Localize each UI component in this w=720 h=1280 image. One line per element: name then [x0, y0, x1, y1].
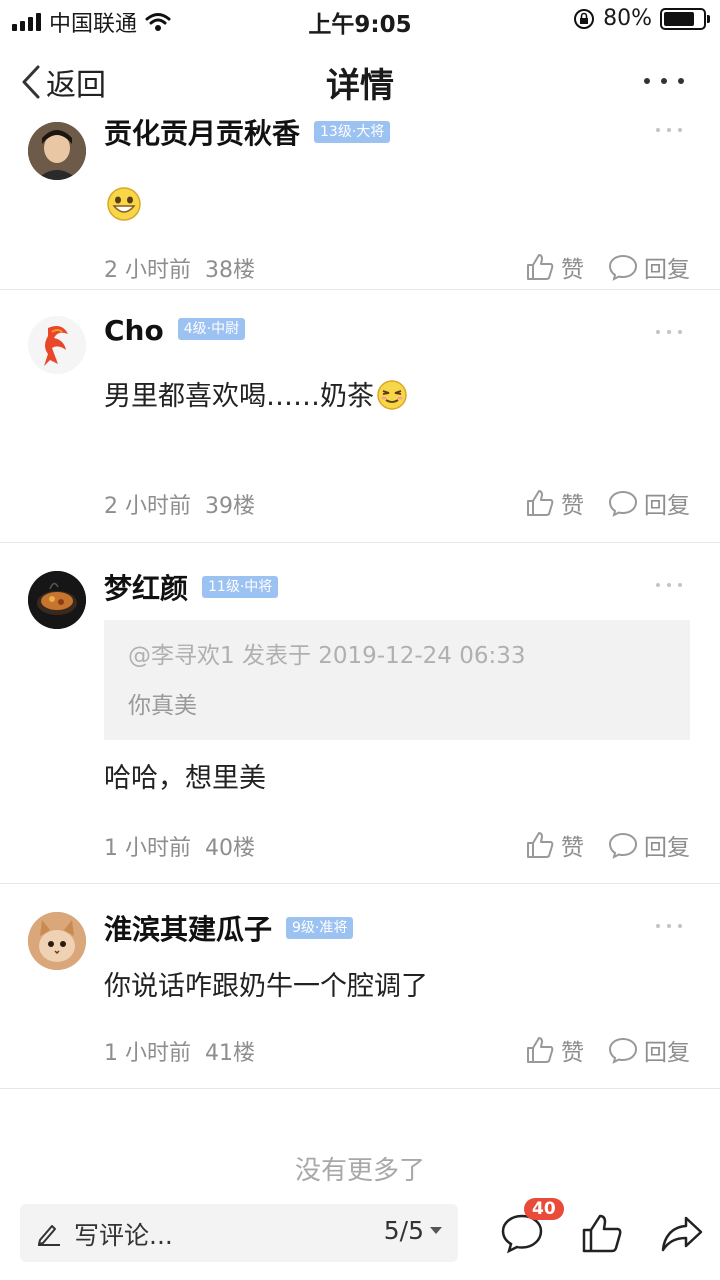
avatar[interactable] [28, 912, 86, 970]
username-text: 贡化贡月贡秋香 [104, 118, 301, 150]
quote-header: @李寻欢1 发表于 2019-12-24 06:33 [128, 643, 526, 669]
username[interactable]: 贡化贡月贡秋香 13级·大将 [104, 118, 391, 152]
battery-icon [660, 7, 710, 30]
comment-meta: 2 小时前 38楼 [104, 252, 255, 284]
like-label: 赞 [561, 257, 584, 283]
comment-content: 男里都喜欢喝……奶茶 [104, 374, 424, 420]
comment-more-button[interactable] [656, 583, 682, 589]
username-text: 梦红颜 [104, 572, 189, 605]
like-button[interactable]: 赞 [525, 486, 584, 520]
level-badge: 9级·准将 [286, 917, 354, 939]
reply-label: 回复 [644, 257, 690, 283]
comment-actions: 赞 回复 [525, 828, 690, 862]
no-more-text: 没有更多了 [294, 1156, 425, 1186]
comment-meta: 2 小时前 39楼 [104, 488, 255, 520]
like-button[interactable]: 赞 [525, 828, 584, 862]
comment-meta: 1 小时前 41楼 [104, 1035, 255, 1067]
comment-text: 哈哈，想里美 [104, 763, 266, 794]
like-button[interactable]: 赞 [525, 1033, 584, 1067]
smirk-emoji-icon [377, 380, 407, 410]
comment-item: 贡化贡月贡秋香 13级·大将 2 小时前 38楼 赞 回复 [0, 118, 720, 290]
thumbs-up-icon [527, 1037, 554, 1063]
like-button[interactable]: 赞 [525, 250, 584, 284]
comment-actions: 赞 回复 [525, 250, 690, 284]
username[interactable]: Cho 4级·中尉 [104, 314, 246, 347]
username-text: Cho [104, 314, 164, 347]
like-label: 赞 [561, 1040, 584, 1066]
comment-time: 2 小时前 [104, 494, 191, 519]
comment-list: 贡化贡月贡秋香 13级·大将 2 小时前 38楼 赞 回复 Cho 4级·中尉 … [0, 118, 720, 1208]
thumbs-up-icon[interactable] [580, 1212, 624, 1254]
battery-percent: 80% [603, 6, 652, 31]
avatar[interactable] [28, 316, 86, 374]
comment-actions: 赞 回复 [525, 486, 690, 520]
speech-bubble-icon [608, 254, 638, 281]
reply-label: 回复 [644, 1040, 690, 1066]
thumbs-up-icon [527, 254, 554, 280]
like-label: 赞 [561, 835, 584, 861]
comment-item: Cho 4级·中尉 男里都喜欢喝……奶茶 2 小时前 39楼 赞 回复 [0, 290, 720, 543]
status-right: 80% [573, 6, 710, 31]
thumbs-up-icon [527, 490, 554, 516]
quote-body: 你真美 [128, 693, 197, 719]
reply-button[interactable]: 回复 [608, 486, 690, 520]
share-icon[interactable] [660, 1212, 704, 1254]
rotation-lock-icon [574, 8, 595, 29]
avatar[interactable] [28, 571, 86, 629]
more-button[interactable] [644, 66, 684, 96]
username-text: 淮滨其建瓜子 [104, 913, 273, 946]
reply-button[interactable]: 回复 [608, 1033, 690, 1067]
pen-icon [38, 1225, 60, 1246]
nav-bar: 返回 详情 [0, 48, 720, 118]
avatar[interactable] [28, 122, 86, 180]
level-badge: 13级·大将 [314, 121, 391, 143]
speech-bubble-icon [608, 832, 638, 859]
comment-more-button[interactable] [656, 924, 682, 930]
comment-floor: 38楼 [205, 258, 255, 283]
page-selector[interactable]: 5/5 [384, 1216, 442, 1245]
comment-text: 你说话咋跟奶牛一个腔调了 [104, 971, 428, 1002]
comment-item: 梦红颜 11级·中将 @李寻欢1 发表于 2019-12-24 06:33 你真美… [0, 543, 720, 884]
thumbs-up-icon [527, 832, 554, 858]
comment-placeholder: 写评论... [74, 1221, 173, 1250]
level-badge: 11级·中将 [202, 576, 279, 598]
comment-count-badge: 40 [524, 1198, 564, 1220]
like-label: 赞 [561, 493, 584, 519]
username[interactable]: 梦红颜 11级·中将 [104, 567, 279, 607]
caret-down-icon [430, 1227, 442, 1234]
reply-button[interactable]: 回复 [608, 828, 690, 862]
comment-content: 你说话咋跟奶牛一个腔调了 [104, 964, 664, 1010]
comment-item: 淮滨其建瓜子 9级·准将 你说话咋跟奶牛一个腔调了 1 小时前 41楼 赞 回复 [0, 884, 720, 1089]
comment-content: 哈哈，想里美 [104, 756, 424, 802]
speech-bubble-icon [608, 1037, 638, 1064]
grin-emoji-icon [107, 187, 141, 221]
page-indicator: 5/5 [383, 1216, 424, 1245]
comment-time: 1 小时前 [104, 1041, 191, 1066]
comment-more-button[interactable] [656, 128, 682, 134]
comment-time: 1 小时前 [104, 836, 191, 861]
status-bar: 中国联通 上午9:05 80% [0, 0, 720, 40]
comment-input[interactable]: 写评论... 5/5 [20, 1204, 458, 1262]
reply-button[interactable]: 回复 [608, 250, 690, 284]
speech-bubble-icon [608, 490, 638, 517]
reply-label: 回复 [644, 835, 690, 861]
comment-actions: 赞 回复 [525, 1033, 690, 1067]
username[interactable]: 淮滨其建瓜子 9级·准将 [104, 908, 354, 948]
comment-meta: 1 小时前 40楼 [104, 830, 255, 862]
comment-text: 男里都喜欢喝……奶茶 [104, 381, 374, 412]
level-badge: 4级·中尉 [177, 318, 246, 340]
quoted-comment[interactable]: @李寻欢1 发表于 2019-12-24 06:33 你真美 [104, 620, 690, 740]
comment-more-button[interactable] [656, 330, 682, 336]
comment-floor: 39楼 [205, 494, 255, 519]
comment-floor: 40楼 [205, 836, 255, 861]
comment-floor: 41楼 [205, 1041, 255, 1066]
comment-time: 2 小时前 [104, 258, 191, 283]
page-title: 详情 [326, 66, 394, 106]
reply-label: 回复 [644, 493, 690, 519]
bottom-bar: 写评论... 5/5 40 [0, 1198, 720, 1280]
